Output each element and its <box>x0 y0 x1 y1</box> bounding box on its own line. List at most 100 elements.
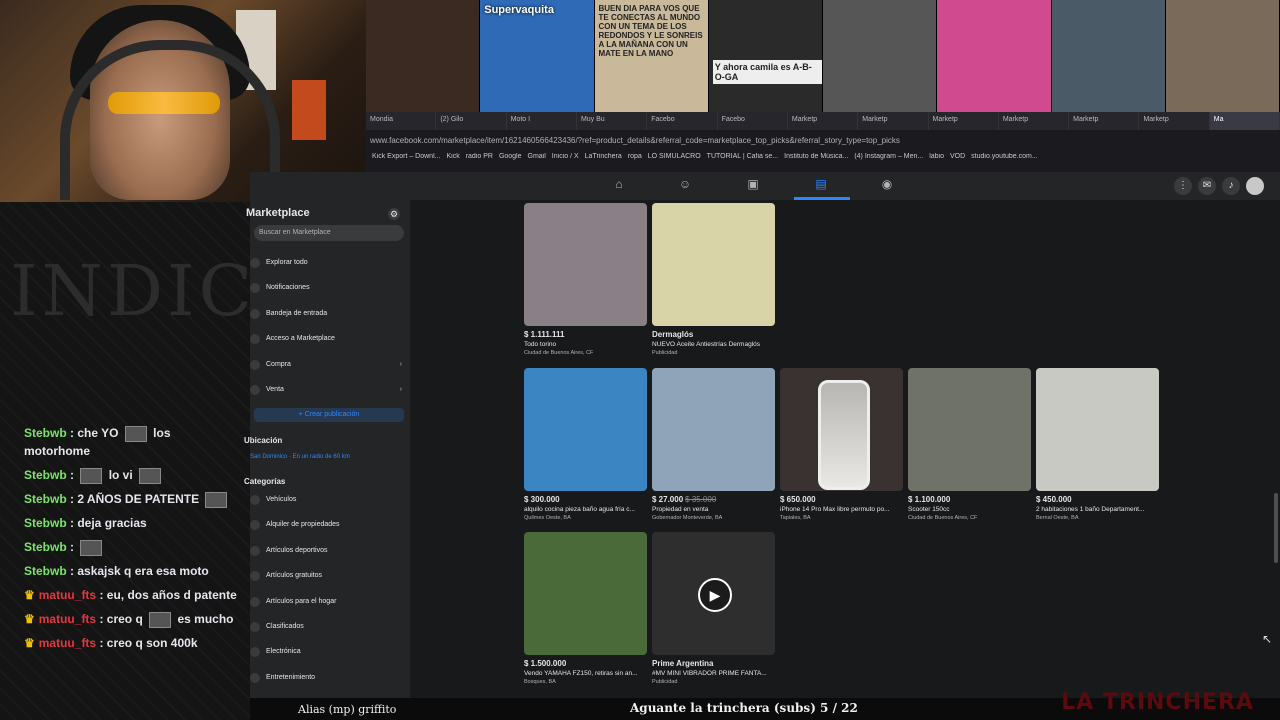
chat-message: Stebwb : 2 AÑOS DE PATENTE <box>24 490 238 508</box>
bookmark[interactable]: studio.youtube.com... <box>971 153 1038 167</box>
chat-panel: Stebwb : che YO los motorhome Stebwb : l… <box>24 424 238 658</box>
chat-text: lo vi <box>108 468 133 482</box>
thumbnail[interactable] <box>1165 0 1280 112</box>
browser-tab[interactable]: Marketp <box>1139 112 1210 130</box>
browser-tab[interactable]: Marketp <box>788 112 859 130</box>
bookmark[interactable]: TUTORIAL | Cafia se... <box>707 153 778 167</box>
bookmark[interactable]: VOD <box>950 153 965 167</box>
listing-location: Bernal Oeste, BA <box>1036 515 1079 521</box>
browser-tab[interactable]: Mondia <box>366 112 437 130</box>
listing-location: Gobernador Monteverde, BA <box>652 515 723 521</box>
gaming-icon[interactable]: ◉ <box>880 177 894 191</box>
listing-card[interactable]: Dermaglós NUEVO Aceite Antiestrías Derma… <box>652 203 775 356</box>
listing-card[interactable]: $ 1.100.000 Scooter 150cc Ciudad de Buen… <box>908 368 1031 521</box>
browser-tab[interactable]: Marketp <box>858 112 929 130</box>
listing-title: Vendo YAMAHA FZ150, retiras sin an... <box>524 670 638 677</box>
video-icon[interactable]: ▣ <box>746 177 760 191</box>
listing-title: 2 habitaciones 1 baño Departament... <box>1036 506 1145 513</box>
listing-card[interactable]: $ 450.000 2 habitaciones 1 baño Departam… <box>1036 368 1159 521</box>
bookmark[interactable]: Gmail <box>528 153 546 167</box>
listing-card[interactable]: $ 1.500.000 Vendo YAMAHA FZ150, retiras … <box>524 532 647 685</box>
listing-card[interactable]: $ 650.000 iPhone 14 Pro Max libre permut… <box>780 368 903 521</box>
listings-feed: $ 1.111.111 Todo torino Ciudad de Buenos… <box>410 200 1272 698</box>
category-item[interactable]: Artículos deportivos <box>250 541 410 561</box>
listing-card[interactable]: ▶ Prime Argentina #MV MINI VIBRADOR PRIM… <box>652 532 775 685</box>
browser-tab[interactable]: Marketp <box>999 112 1070 130</box>
browser-tab[interactable]: Moto I <box>507 112 577 130</box>
category-item[interactable]: Entretenimiento <box>250 668 410 688</box>
listing-card[interactable]: $ 300.000 alquilo cocina pieza baño agua… <box>524 368 647 521</box>
category-item[interactable]: Artículos para el hogar <box>250 592 410 612</box>
thumbnail-strip: Supervaquita BUEN DIA PARA VOS QUE TE CO… <box>366 0 1280 112</box>
thumbnail[interactable] <box>1051 0 1166 112</box>
sidebar-item-compra[interactable]: Compra › <box>250 355 410 375</box>
category-item[interactable]: Clasificados <box>250 617 410 637</box>
categories-heading: Categorías <box>244 477 286 486</box>
thumbnail[interactable] <box>823 0 938 112</box>
gear-icon[interactable]: ⚙ <box>388 208 400 220</box>
bookmark[interactable]: LaTrinchera <box>585 153 622 167</box>
avatar[interactable] <box>1246 177 1264 195</box>
sidebar-item-bandeja[interactable]: Bandeja de entrada <box>250 304 410 324</box>
marketplace-icon[interactable]: ▤ <box>814 177 828 191</box>
scrollbar-thumb[interactable] <box>1274 493 1278 563</box>
thumbnail[interactable] <box>366 0 481 112</box>
listing-card[interactable]: $ 1.111.111 Todo torino Ciudad de Buenos… <box>524 203 647 356</box>
friends-icon[interactable]: ☺ <box>678 177 692 191</box>
category-item[interactable]: Alquiler de propiedades <box>250 515 410 535</box>
bookmark[interactable]: Google <box>499 153 522 167</box>
bookmark[interactable]: labio <box>929 153 944 167</box>
browser-tab[interactable]: (2) Gilo <box>436 112 507 130</box>
sidebar-item-venta[interactable]: Venta › <box>250 380 410 400</box>
browser-tab[interactable]: Marketp <box>929 112 999 130</box>
listing-title: alquilo cocina pieza baño agua fría c... <box>524 506 635 513</box>
home-icon[interactable]: ⌂ <box>612 177 626 191</box>
bookmark[interactable]: Inicio / X <box>552 153 579 167</box>
bookmark[interactable]: radio PR <box>466 153 493 167</box>
browser-tab[interactable]: Muy Bu <box>577 112 648 130</box>
category-item[interactable]: Vehículos <box>250 490 410 510</box>
location-link[interactable]: San Dominico · En un radio de 60 km <box>250 454 350 460</box>
sidebar-item-explorar[interactable]: Explorar todo <box>250 253 410 273</box>
wall-poster <box>292 80 326 140</box>
bookmark[interactable]: Instituto de Música... <box>784 153 848 167</box>
thumbnail[interactable]: Y ahora camila es A-B-O-GA <box>708 0 823 112</box>
browser-tab-active[interactable]: Ma <box>1209 112 1280 130</box>
category-item[interactable]: Artículos gratuitos <box>250 566 410 586</box>
listing-image <box>524 368 647 491</box>
search-input[interactable]: Buscar en Marketplace <box>254 225 404 241</box>
sidebar-item-acceso[interactable]: Acceso a Marketplace <box>250 329 410 349</box>
menu-grid-icon[interactable]: ⋮ <box>1174 177 1192 195</box>
create-listing-button[interactable]: + Crear publicación <box>254 408 404 422</box>
listing-price: Prime Argentina <box>652 659 714 668</box>
listing-image <box>1036 368 1159 491</box>
messenger-icon[interactable]: ✉ <box>1198 177 1216 195</box>
browser-tab[interactable]: Marketp <box>1069 112 1140 130</box>
bookmark[interactable]: Kick <box>446 153 459 167</box>
bookmark[interactable]: LO SIMULACRO <box>648 153 701 167</box>
chat-username: matuu_fts <box>38 612 97 626</box>
browser-tab[interactable]: Facebo <box>718 112 788 130</box>
chat-text: eu, dos años d patente <box>106 588 237 602</box>
sidebar-item-notificaciones[interactable]: Notificaciones <box>250 278 410 298</box>
listing-price: Dermaglós <box>652 330 694 339</box>
browser-tab[interactable]: Facebo <box>647 112 718 130</box>
bookmark[interactable]: (4) Instagram – Men... <box>854 153 923 167</box>
thumbnail[interactable] <box>937 0 1052 112</box>
category-item[interactable]: Electrónica <box>250 642 410 662</box>
address-bar[interactable]: www.facebook.com/marketplace/item/162146… <box>366 134 1280 150</box>
scrollbar[interactable] <box>1272 200 1280 698</box>
listing-image <box>780 368 903 491</box>
listing-card[interactable]: $ 27.000 $ 35.000 Propiedad en venta Gobe… <box>652 368 775 521</box>
play-icon[interactable]: ▶ <box>698 578 732 612</box>
thumbnail[interactable]: Supervaquita <box>480 0 595 112</box>
notifications-icon[interactable]: ♪ <box>1222 177 1240 195</box>
listing-location: Ciudad de Buenos Aires, CF <box>908 515 978 521</box>
thumbnail[interactable]: BUEN DIA PARA VOS QUE TE CONECTAS AL MUN… <box>594 0 709 112</box>
car-icon <box>250 495 260 505</box>
bookmark[interactable]: Kick Export – Downl... <box>372 153 440 167</box>
chat-username: matuu_fts <box>38 588 97 602</box>
listing-location: Publicidad <box>652 679 678 685</box>
bookmark[interactable]: ropa <box>628 153 642 167</box>
orange-glasses <box>108 92 220 114</box>
